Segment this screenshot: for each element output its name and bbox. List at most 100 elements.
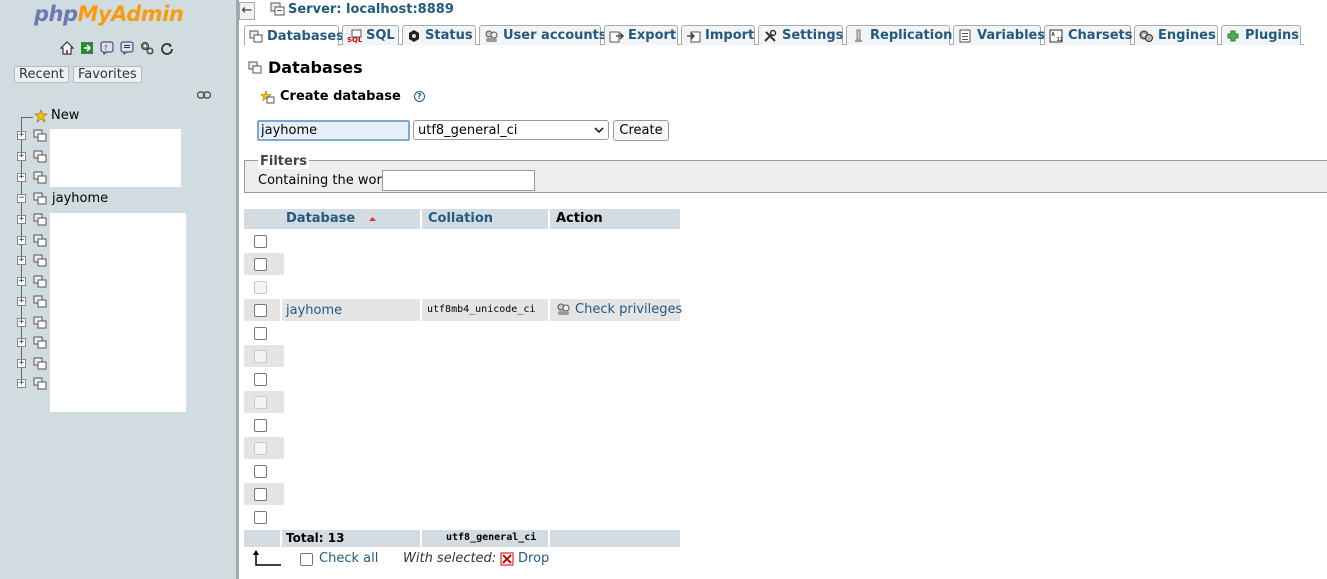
check-all-label[interactable]: Check all (319, 551, 378, 566)
nav-icon-bar: ? (58, 40, 175, 55)
database-icon (33, 295, 47, 308)
row-checkbox-disabled (254, 350, 267, 363)
sort-asc-icon (368, 217, 376, 221)
header-collation[interactable]: Collation (422, 209, 548, 229)
database-icon (33, 129, 47, 142)
tree-new-database[interactable]: New (34, 108, 79, 123)
settings-icon[interactable] (138, 40, 155, 55)
redacted-area (284, 327, 681, 526)
database-icon (33, 171, 47, 184)
reload-icon[interactable] (158, 40, 175, 55)
row-checkbox[interactable] (254, 511, 267, 524)
check-privileges-link[interactable]: Check privileges (556, 302, 682, 317)
expand-icon[interactable]: + (17, 236, 26, 245)
database-icon (33, 275, 47, 288)
docs-icon[interactable]: ? (98, 40, 115, 55)
expand-icon[interactable]: + (17, 359, 26, 368)
engines-icon (1139, 30, 1153, 42)
total-count: Total: 13 (286, 531, 345, 545)
cell-separator (548, 299, 550, 321)
header-action: Action (550, 209, 680, 229)
row-checkbox-disabled (254, 396, 267, 409)
help-icon[interactable]: ? (413, 91, 425, 102)
cell-separator (548, 530, 550, 547)
export-icon (609, 31, 624, 42)
link-with-main-icon[interactable] (196, 88, 212, 103)
tree-new-label: New (51, 108, 80, 123)
navigation-resizer[interactable] (236, 0, 239, 579)
row-checkbox[interactable] (254, 258, 267, 271)
row-checkbox[interactable] (254, 373, 267, 386)
database-name-input[interactable] (257, 120, 410, 141)
drop-icon (500, 552, 514, 565)
filter-input[interactable] (382, 170, 535, 191)
expand-icon[interactable]: + (17, 256, 26, 265)
database-icon (249, 30, 263, 42)
database-icon (248, 61, 262, 73)
tab-variables[interactable]: Variables (953, 25, 1045, 45)
nav-tabs: Recent Favorites (14, 66, 142, 83)
arrow-up-icon (253, 549, 283, 571)
tab-engines[interactable]: Engines (1134, 25, 1218, 45)
tab-settings[interactable]: Settings (758, 25, 843, 45)
database-link-jayhome[interactable]: jayhome (286, 303, 342, 318)
help-icon[interactable] (118, 40, 135, 55)
server-icon (270, 2, 285, 16)
users-icon (557, 303, 570, 315)
filter-label: Containing the word: (258, 173, 395, 188)
back-button[interactable]: ← (239, 2, 255, 20)
database-icon (33, 316, 47, 329)
row-checkbox[interactable] (254, 304, 267, 317)
row-checkbox-disabled (254, 281, 267, 294)
database-icon (33, 192, 47, 205)
tree-database-jayhome[interactable]: jayhome (52, 191, 108, 206)
header-checkbox-cell (244, 209, 280, 229)
cell-separator (280, 299, 282, 321)
header-database[interactable]: Database (280, 209, 420, 229)
phpmyadmin-logo[interactable]: phpMyAdmin (34, 2, 184, 26)
collapse-icon[interactable]: − (17, 194, 26, 203)
expand-icon[interactable]: + (17, 318, 26, 327)
users-icon (485, 30, 498, 42)
tab-databases[interactable]: Databases (244, 25, 344, 46)
expand-icon[interactable]: + (17, 215, 26, 224)
server-breadcrumb[interactable]: Server: localhost:8889 (270, 0, 454, 18)
expand-icon[interactable]: + (17, 152, 26, 161)
database-icon (33, 234, 47, 247)
row-checkbox[interactable] (254, 419, 267, 432)
expand-icon[interactable]: + (17, 297, 26, 306)
create-button[interactable]: Create (613, 120, 669, 141)
tab-plugins[interactable]: Plugins (1221, 25, 1301, 45)
database-icon (33, 377, 47, 390)
page-title: Databases (248, 58, 363, 77)
tab-user-accounts[interactable]: User accounts (479, 25, 607, 45)
row-checkbox[interactable] (254, 235, 267, 248)
row-checkbox[interactable] (254, 327, 267, 340)
expand-icon[interactable]: + (17, 277, 26, 286)
expand-icon[interactable]: + (17, 338, 26, 347)
svg-text:SQL: SQL (347, 36, 362, 43)
tab-export[interactable]: Export (604, 25, 678, 45)
recent-tab[interactable]: Recent (14, 66, 69, 83)
home-icon[interactable] (58, 40, 75, 55)
exit-icon[interactable] (78, 40, 95, 55)
expand-icon[interactable]: + (17, 173, 26, 182)
collation-select[interactable]: utf8_general_ci (413, 120, 609, 140)
check-all-checkbox[interactable] (300, 553, 313, 566)
row-checkbox[interactable] (254, 488, 267, 501)
expand-icon[interactable]: + (17, 131, 26, 140)
favorites-tab[interactable]: Favorites (72, 66, 142, 83)
row-checkbox[interactable] (254, 465, 267, 478)
plugins-icon (1227, 30, 1239, 41)
drop-button[interactable]: Drop (500, 551, 549, 566)
tab-status[interactable]: Status (402, 25, 476, 45)
database-icon (33, 213, 47, 226)
replication-icon (855, 29, 862, 42)
tab-import[interactable]: Import (681, 25, 755, 45)
tab-sql[interactable]: SQL SQL (342, 25, 399, 45)
collation-selected-value: utf8_general_ci (418, 122, 518, 138)
tab-charsets[interactable]: A 12 Charsets (1044, 25, 1133, 45)
expand-icon[interactable]: + (17, 379, 26, 388)
tab-replication[interactable]: Replication (846, 25, 952, 45)
tree-line (21, 117, 33, 118)
